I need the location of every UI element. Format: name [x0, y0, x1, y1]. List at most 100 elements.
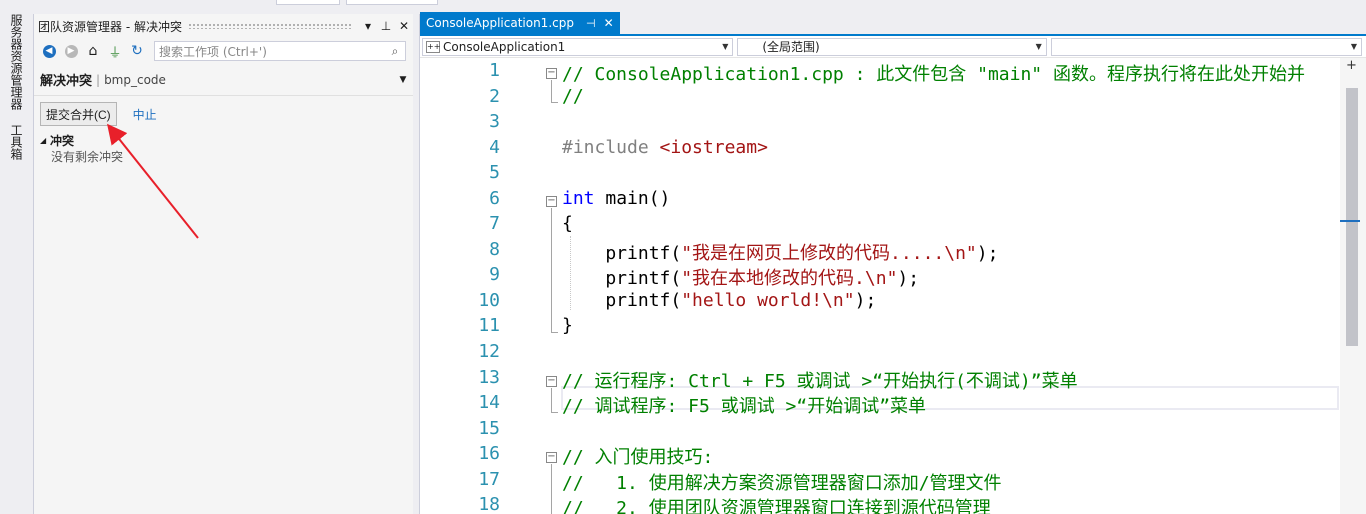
- fold-guide-end: [551, 102, 558, 103]
- code-line: // 1. 使用解决方案资源管理器窗口添加/管理文件: [562, 473, 1002, 494]
- tab-consoleapplication1-cpp[interactable]: ConsoleApplication1.cpp ⊣ ✕: [420, 12, 620, 34]
- line-number: 10: [478, 290, 500, 311]
- actions-row: 提交合并(C) 中止: [34, 96, 413, 132]
- line-number: 12: [478, 341, 500, 362]
- scope-dropdown[interactable]: (全局范围) ▼: [737, 37, 1047, 56]
- fold-toggle[interactable]: −: [546, 196, 557, 207]
- abort-link[interactable]: 中止: [133, 106, 157, 123]
- string-literal: "我在本地修改的代码.\n": [681, 268, 898, 289]
- side-tool-strip: 服务器资源管理器 工具箱: [0, 8, 32, 514]
- connect-button[interactable]: ⏚: [104, 40, 126, 62]
- code-line: // 2. 使用团队资源管理器窗口连接到源代码管理: [562, 498, 991, 514]
- line-number: 16: [478, 443, 500, 464]
- commit-merge-button[interactable]: 提交合并(C): [40, 102, 117, 126]
- code-text: printf(: [562, 243, 682, 264]
- plug-icon: ⏚: [108, 45, 122, 61]
- code-line: printf("我是在网页上修改的代码.....\n");: [562, 239, 998, 265]
- repo-name: bmp_code: [104, 72, 166, 87]
- vertical-scrollbar[interactable]: +: [1340, 58, 1366, 514]
- cpp-project-icon: ++: [426, 40, 441, 53]
- conflicts-header-label: 冲突: [50, 133, 75, 148]
- page-header: 解决冲突 | bmp_code ▼: [34, 64, 413, 96]
- line-number: 3: [489, 111, 500, 132]
- scrollbar-thumb[interactable]: [1346, 88, 1358, 346]
- team-toolbar: ◀ ▶ ⌂ ⏚ ↻ 搜索工作项 (Ctrl+') ⌕: [34, 38, 413, 64]
- line-number: 13: [478, 367, 500, 388]
- top-toolbar-remnant: [0, 0, 1366, 8]
- toolbar-dropdown[interactable]: [276, 0, 340, 5]
- code-line: // ConsoleApplication1.cpp : 此文件包含 "main…: [562, 64, 1305, 85]
- home-icon: ⌂: [88, 43, 98, 59]
- conflicts-header[interactable]: ◢ 冲突: [40, 132, 413, 148]
- scope-dropdown-value: (全局范围): [762, 40, 820, 54]
- title-grip[interactable]: [187, 23, 353, 29]
- fold-guide: [551, 208, 552, 332]
- fold-toggle[interactable]: −: [546, 452, 557, 463]
- forward-icon: ▶: [64, 44, 78, 58]
- code-editor: ConsoleApplication1.cpp ⊣ ✕ ++ ConsoleAp…: [419, 12, 1366, 514]
- line-number: 5: [489, 162, 500, 183]
- forward-button[interactable]: ▶: [60, 40, 82, 62]
- toolbar-dropdown[interactable]: [346, 0, 438, 5]
- code-line: #include <iostream>: [562, 137, 768, 158]
- fold-toggle[interactable]: −: [546, 376, 557, 387]
- line-number: 11: [478, 315, 500, 336]
- server-explorer-tab[interactable]: 服务器资源管理器: [8, 14, 25, 110]
- back-button[interactable]: ◀: [38, 40, 60, 62]
- line-number: 4: [489, 137, 500, 158]
- pin-icon[interactable]: ⊥: [377, 19, 395, 33]
- code-text: main(): [594, 188, 671, 209]
- refresh-button[interactable]: ↻: [126, 40, 148, 62]
- chevron-down-icon[interactable]: ▼: [393, 75, 413, 85]
- code-text: );: [976, 243, 999, 264]
- chevron-down-icon[interactable]: ▾: [359, 19, 377, 33]
- fold-guide: [551, 388, 552, 412]
- keyword: int: [562, 188, 595, 209]
- preprocessor-directive: #include: [562, 137, 660, 158]
- code-line: //: [562, 86, 584, 107]
- pin-icon[interactable]: ⊣: [586, 17, 596, 30]
- separator: |: [96, 72, 101, 87]
- line-number: 7: [489, 213, 500, 234]
- line-number: 17: [478, 469, 500, 490]
- code-text: );: [897, 268, 920, 289]
- navigation-bar: ++ ConsoleApplication1 ▼ (全局范围) ▼ ▼: [420, 36, 1366, 58]
- split-window-icon[interactable]: +: [1346, 58, 1357, 73]
- include-target: <iostream>: [659, 137, 768, 158]
- fold-toggle[interactable]: −: [546, 68, 557, 79]
- panel-title-bar: 团队资源管理器 - 解决冲突 ▾ ⊥ ✕: [34, 14, 413, 38]
- fold-guide: [551, 80, 552, 102]
- search-icon[interactable]: ⌕: [385, 44, 405, 59]
- code-line: // 运行程序: Ctrl + F5 或调试 >“开始执行(不调试)”菜单: [562, 371, 1078, 392]
- chevron-down-icon: ▼: [1350, 42, 1358, 51]
- code-area[interactable]: − − − − 1 2 3 4 5 6 7 8 9 10 11 12 13 14…: [420, 58, 1366, 514]
- member-dropdown[interactable]: ▼: [1050, 37, 1362, 56]
- line-number: 18: [478, 494, 500, 514]
- string-literal: "hello world!\n": [681, 290, 855, 311]
- chevron-down-icon: ▼: [722, 42, 729, 51]
- tab-label: ConsoleApplication1.cpp: [426, 16, 574, 30]
- project-dropdown-value: ConsoleApplication1: [443, 39, 566, 54]
- project-dropdown[interactable]: ++ ConsoleApplication1 ▼: [422, 37, 734, 56]
- string-literal: "我是在网页上修改的代码.....\n": [681, 243, 977, 264]
- search-input[interactable]: 搜索工作项 (Ctrl+') ⌕: [154, 41, 406, 61]
- fold-guide-end: [551, 332, 558, 333]
- line-number: 2: [489, 86, 500, 107]
- close-icon[interactable]: ✕: [604, 16, 614, 30]
- collapse-triangle-icon[interactable]: ◢: [40, 136, 50, 145]
- panel-title: 团队资源管理器 - 解决冲突: [38, 19, 182, 34]
- search-placeholder: 搜索工作项 (Ctrl+'): [159, 44, 267, 59]
- fold-guide: [551, 464, 552, 514]
- conflicts-empty-message: 没有剩余冲突: [51, 150, 124, 164]
- code-line: int main(): [562, 188, 670, 209]
- line-number: 8: [489, 239, 500, 260]
- close-icon[interactable]: ✕: [395, 19, 413, 33]
- code-line: {: [562, 213, 573, 234]
- line-number: 14: [478, 392, 500, 413]
- code-line: printf("我在本地修改的代码.\n");: [562, 264, 919, 290]
- home-button[interactable]: ⌂: [82, 40, 104, 62]
- toolbox-tab[interactable]: 工具箱: [8, 124, 25, 160]
- document-tab-bar: ConsoleApplication1.cpp ⊣ ✕: [420, 12, 1366, 36]
- scrollbar-caret-marker: [1340, 220, 1360, 222]
- code-line: }: [562, 315, 573, 336]
